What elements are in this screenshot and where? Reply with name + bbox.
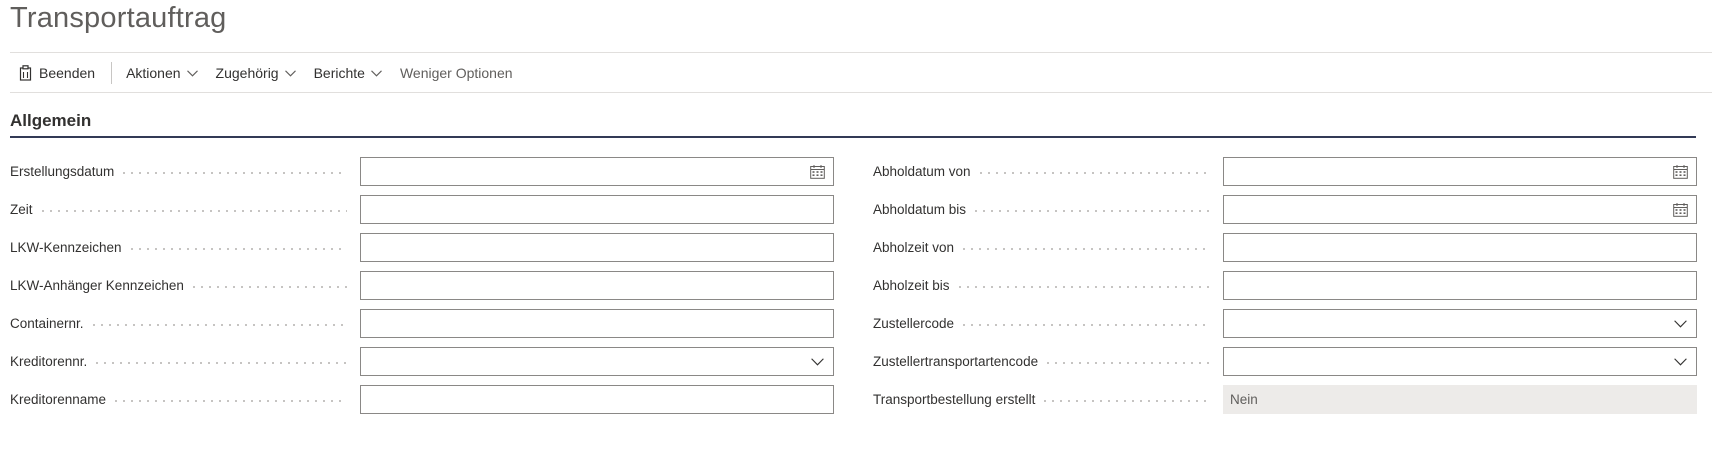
field-label: Transportbestellung erstellt <box>873 392 1036 407</box>
lkw-kennzeichen-input[interactable] <box>360 233 834 262</box>
weniger-optionen-label: Weniger Optionen <box>399 65 513 81</box>
field-row-zustellercode: Zustellercode <box>873 309 1697 347</box>
beenden-button[interactable]: Beenden <box>10 58 105 88</box>
label-leader-dots <box>120 171 347 174</box>
field-label: LKW-Kennzeichen <box>10 240 122 255</box>
chevron-down-icon <box>186 69 198 77</box>
field-row-kreditorennr: Kreditorennr. <box>10 347 834 385</box>
berichte-menu-button[interactable]: Berichte <box>306 58 392 88</box>
field-label: Kreditorennr. <box>10 354 88 369</box>
field-label: LKW-Anhänger Kennzeichen <box>10 278 184 293</box>
chevron-down-icon[interactable] <box>807 352 827 372</box>
transportbestellung-erstellt-value: Nein <box>1223 385 1697 414</box>
field-row-transportbestellung-erstellt: Transportbestellung erstellt Nein <box>873 385 1697 423</box>
title-divider <box>10 52 1712 53</box>
chevron-down-icon <box>284 69 296 77</box>
field-label: Zustellertransportartencode <box>873 354 1039 369</box>
label-leader-dots <box>1044 361 1210 364</box>
abholzeit-von-input[interactable] <box>1223 233 1697 262</box>
action-bar-divider <box>10 92 1712 93</box>
zeit-input[interactable] <box>360 195 834 224</box>
zustellertransportartencode-dropdown[interactable] <box>1223 347 1697 376</box>
aktionen-menu-button[interactable]: Aktionen <box>118 58 207 88</box>
field-label: Abholdatum bis <box>873 202 967 217</box>
field-row-lkw-kennzeichen: LKW-Kennzeichen <box>10 233 834 271</box>
label-leader-dots <box>93 361 347 364</box>
label-leader-dots <box>976 171 1210 174</box>
label-leader-dots <box>127 247 347 250</box>
field-value: Nein <box>1230 392 1258 407</box>
section-divider <box>10 136 1696 138</box>
right-field-column: Abholdatum von Abholdatum bis Abholzeit … <box>873 157 1697 423</box>
field-row-zustellertransportartencode: Zustellertransportartencode <box>873 347 1697 385</box>
chevron-down-icon <box>371 69 382 77</box>
label-leader-dots <box>189 285 347 288</box>
kreditorenname-input[interactable] <box>360 385 834 414</box>
close-document-icon <box>18 65 33 81</box>
field-row-abholdatum-bis: Abholdatum bis <box>873 195 1697 233</box>
field-row-abholzeit-bis: Abholzeit bis <box>873 271 1697 309</box>
calendar-icon[interactable] <box>1670 200 1690 220</box>
lkw-anhaenger-kennzeichen-input[interactable] <box>360 271 834 300</box>
aktionen-label: Aktionen <box>126 65 181 81</box>
kreditorennr-dropdown[interactable] <box>360 347 834 376</box>
chevron-down-icon[interactable] <box>1670 314 1690 334</box>
label-leader-dots <box>112 399 347 402</box>
abholzeit-bis-input[interactable] <box>1223 271 1697 300</box>
erstellungsdatum-input[interactable] <box>360 157 834 186</box>
zustellercode-dropdown[interactable] <box>1223 309 1697 338</box>
field-row-containernr: Containernr. <box>10 309 834 347</box>
berichte-label: Berichte <box>313 65 365 81</box>
abholdatum-von-input[interactable] <box>1223 157 1697 186</box>
field-label: Kreditorenname <box>10 392 107 407</box>
calendar-icon[interactable] <box>1670 162 1690 182</box>
label-leader-dots <box>1041 399 1210 402</box>
field-label: Zeit <box>10 202 33 217</box>
containernr-input[interactable] <box>360 309 834 338</box>
calendar-icon[interactable] <box>807 162 827 182</box>
field-row-abholdatum-von: Abholdatum von <box>873 157 1697 195</box>
field-row-kreditorenname: Kreditorenname <box>10 385 834 423</box>
field-label: Abholzeit bis <box>873 278 950 293</box>
weniger-optionen-button[interactable]: Weniger Optionen <box>392 58 523 88</box>
field-label: Abholzeit von <box>873 240 955 255</box>
section-title: Allgemein <box>10 111 92 130</box>
label-leader-dots <box>960 247 1210 250</box>
action-separator <box>111 62 113 84</box>
label-leader-dots <box>38 209 347 212</box>
field-label: Erstellungsdatum <box>10 164 115 179</box>
abholdatum-bis-input[interactable] <box>1223 195 1697 224</box>
beenden-label: Beenden <box>39 65 96 81</box>
zugehoerig-label: Zugehörig <box>215 65 279 81</box>
field-row-lkw-anhaenger-kennzeichen: LKW-Anhänger Kennzeichen <box>10 271 834 309</box>
field-label: Zustellercode <box>873 316 955 331</box>
zugehoerig-menu-button[interactable]: Zugehörig <box>208 58 306 88</box>
field-row-erstellungsdatum: Erstellungsdatum <box>10 157 834 195</box>
chevron-down-icon[interactable] <box>1670 352 1690 372</box>
left-field-column: Erstellungsdatum Zeit LKW-Kennzeichen LK… <box>10 157 834 423</box>
label-leader-dots <box>955 285 1210 288</box>
label-leader-dots <box>89 323 347 326</box>
label-leader-dots <box>960 323 1210 326</box>
page-title: Transportauftrag <box>10 2 227 34</box>
label-leader-dots <box>972 209 1210 212</box>
action-bar: Beenden Aktionen Zugehörig Berichte Weni… <box>10 58 523 88</box>
field-row-abholzeit-von: Abholzeit von <box>873 233 1697 271</box>
field-label: Containernr. <box>10 316 84 331</box>
field-label: Abholdatum von <box>873 164 971 179</box>
field-row-zeit: Zeit <box>10 195 834 233</box>
